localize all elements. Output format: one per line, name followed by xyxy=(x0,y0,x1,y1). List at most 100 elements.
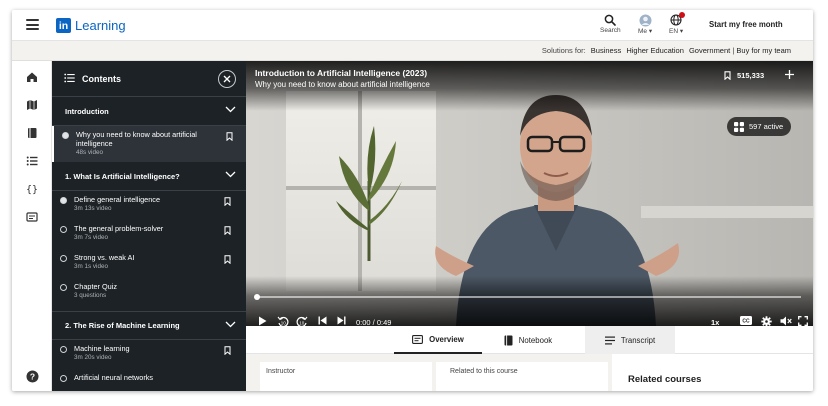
list-icon[interactable] xyxy=(25,154,39,168)
captions-button[interactable]: CC xyxy=(740,316,752,325)
plant-image xyxy=(336,126,402,261)
rewind-10-icon: 10 xyxy=(277,316,289,326)
section-header[interactable]: Introduction xyxy=(52,97,246,126)
search-nav-item[interactable]: Search xyxy=(600,13,621,34)
forward-button[interactable]: 10 xyxy=(296,316,308,326)
close-contents-button[interactable] xyxy=(218,70,236,88)
next-button[interactable] xyxy=(337,316,346,325)
saves-count: 515,333 xyxy=(737,71,765,80)
bookmark-icon[interactable] xyxy=(224,226,231,235)
video-title: Why you need to know about artificial in… xyxy=(255,80,430,89)
transcript-icon xyxy=(604,336,615,344)
list-item[interactable]: Define general intelligence 3m 13s video xyxy=(52,191,246,220)
search-icon xyxy=(604,13,617,27)
list-item[interactable]: Strong vs. weak AI 3m 1s video xyxy=(52,249,246,278)
solutions-link-business[interactable]: Business xyxy=(591,46,621,55)
home-icon[interactable] xyxy=(25,70,39,84)
progress-bar[interactable] xyxy=(256,296,801,298)
chevron-down-icon xyxy=(225,171,236,178)
instructor-label: Instructor xyxy=(266,368,296,375)
active-learners-badge[interactable]: 597 active xyxy=(727,117,792,136)
fullscreen-button[interactable] xyxy=(798,316,808,326)
svg-text:?: ? xyxy=(29,371,34,381)
instructor-card: Instructor xyxy=(260,362,432,391)
svg-text:10: 10 xyxy=(281,321,287,326)
book-icon[interactable] xyxy=(25,126,39,140)
bookmark-icon[interactable] xyxy=(224,346,231,355)
solutions-link-government[interactable]: Government xyxy=(689,46,730,55)
related-to-course-card: Related to this course xyxy=(436,362,608,391)
skip-next-icon xyxy=(337,316,346,325)
item-title: Machine learning xyxy=(74,344,130,353)
notification-badge xyxy=(679,12,686,18)
details-area: Instructor Related to this course xyxy=(246,354,813,391)
language-nav-item[interactable]: EN ▾ xyxy=(669,12,686,35)
icon-rail: {} ? xyxy=(12,61,52,391)
rewind-button[interactable]: 10 xyxy=(277,316,289,326)
chevron-down-icon xyxy=(225,321,236,328)
previous-button[interactable] xyxy=(318,316,327,325)
list-item[interactable]: Artificial neural networks xyxy=(52,369,246,391)
solutions-link-buy-for-team[interactable]: Buy for my team xyxy=(736,46,791,55)
mute-button[interactable] xyxy=(780,316,792,326)
list-item[interactable]: The general problem-solver 3m 7s video xyxy=(52,220,246,249)
bookmark-icon[interactable] xyxy=(224,255,231,264)
bookmark-icon[interactable] xyxy=(224,197,231,206)
settings-button[interactable] xyxy=(761,316,772,326)
item-title: Artificial neural networks xyxy=(74,373,154,382)
list-item[interactable]: Why you need to know about artificial in… xyxy=(52,126,246,162)
screen-icon[interactable] xyxy=(25,210,39,224)
tab-label: Notebook xyxy=(518,335,553,345)
progress-dot-icon xyxy=(62,132,69,139)
progress-dot-icon xyxy=(60,255,67,262)
save-course-button[interactable]: 515,333 xyxy=(724,71,764,80)
playback-speed-button[interactable]: 1x xyxy=(711,318,719,326)
bookmark-icon[interactable] xyxy=(226,132,233,141)
solutions-link-higher-education[interactable]: Higher Education xyxy=(626,46,684,55)
contents-title: Contents xyxy=(82,73,121,84)
tab-transcript[interactable]: Transcript xyxy=(585,326,675,354)
me-nav-item[interactable]: Me ▾ xyxy=(638,13,652,35)
course-title: Introduction to Artificial Intelligence … xyxy=(255,68,428,78)
video-player[interactable]: Introduction to Artificial Intelligence … xyxy=(246,61,813,326)
help-icon[interactable]: ? xyxy=(25,369,39,383)
tab-label: Transcript xyxy=(620,335,656,345)
svg-text:10: 10 xyxy=(299,321,305,326)
language-label: EN ▾ xyxy=(669,28,684,35)
item-meta: 48s video xyxy=(76,149,103,156)
item-title: Why you need to know about artificial in… xyxy=(76,130,197,148)
top-nav: in Learning Search Me ▾ EN ▾ Start my fr… xyxy=(12,10,813,41)
add-icon[interactable] xyxy=(784,69,795,80)
tab-notebook[interactable]: Notebook xyxy=(483,326,573,354)
progress-dot-icon xyxy=(60,226,67,233)
item-meta: 3m 13s video xyxy=(74,205,112,212)
section-title: Introduction xyxy=(65,106,109,116)
time-display: 0:00 / 0:49 xyxy=(356,318,392,326)
me-label: Me ▾ xyxy=(638,28,653,35)
list-item[interactable]: Chapter Quiz 3 questions xyxy=(52,278,246,307)
logo[interactable]: in Learning xyxy=(56,18,126,33)
item-meta: 3m 7s video xyxy=(74,234,108,241)
start-free-month-button[interactable]: Start my free month xyxy=(709,20,783,29)
map-icon[interactable] xyxy=(25,98,39,112)
play-button[interactable] xyxy=(258,316,267,326)
contents-header: Contents xyxy=(52,61,246,97)
overview-icon xyxy=(412,334,424,344)
code-braces-icon[interactable]: {} xyxy=(25,182,39,196)
section-header[interactable]: 2. The Rise of Machine Learning xyxy=(52,311,246,340)
section-title: 2. The Rise of Machine Learning xyxy=(65,321,180,330)
section-header[interactable]: 1. What Is Artificial Intelligence? xyxy=(52,162,246,191)
item-meta: 3m 20s video xyxy=(74,354,112,361)
menu-icon[interactable] xyxy=(26,19,39,30)
contents-list-icon xyxy=(64,70,75,88)
tab-overview[interactable]: Overview xyxy=(394,326,482,354)
notebook-icon xyxy=(504,335,513,345)
logo-text: Learning xyxy=(75,18,126,33)
forward-10-icon: 10 xyxy=(296,316,308,326)
solutions-links: Solutions for: Business Higher Education… xyxy=(542,46,791,55)
progress-handle[interactable] xyxy=(254,294,260,300)
solutions-prefix: Solutions for: xyxy=(541,46,586,55)
item-title: Define general intelligence xyxy=(74,195,160,204)
list-item[interactable]: Machine learning 3m 20s video xyxy=(52,340,246,369)
volume-muted-icon xyxy=(780,316,792,326)
